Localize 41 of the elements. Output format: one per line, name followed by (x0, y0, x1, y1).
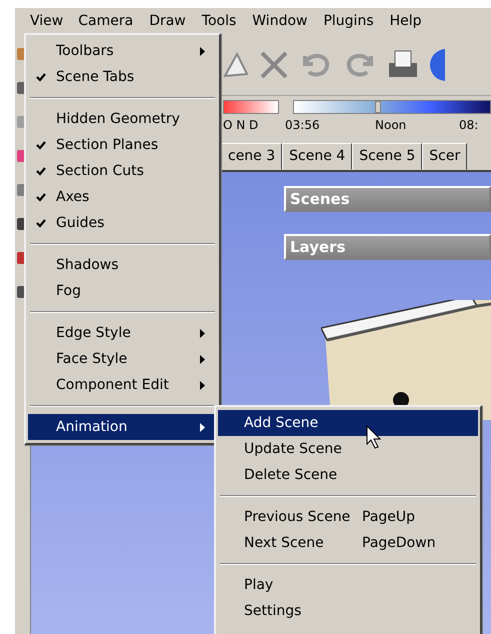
slider-thumb[interactable] (375, 101, 382, 113)
scene-tab[interactable]: Scene 5 (352, 143, 422, 170)
menu-title[interactable]: Camera (71, 10, 140, 32)
eraser-icon[interactable] (223, 50, 249, 80)
menu-item[interactable]: Delete Scene (218, 462, 478, 488)
menu-item[interactable]: Guides (28, 210, 217, 236)
menu-item[interactable]: Next Scene PageDown (218, 530, 478, 556)
menu-item[interactable]: Scene Tabs (28, 64, 217, 90)
menu-item[interactable]: Hidden Geometry (28, 106, 217, 132)
menu-item[interactable]: Previous Scene PageUp (218, 504, 478, 530)
delete-icon[interactable] (259, 50, 289, 80)
menu-title[interactable]: Help (382, 10, 429, 32)
menu-item[interactable]: Component Edit (28, 372, 217, 398)
menu-title[interactable]: Plugins (316, 10, 381, 32)
menu-item[interactable]: Section Cuts (28, 158, 217, 184)
menu-title[interactable]: Window (245, 10, 314, 32)
menu-item[interactable]: Fog (28, 278, 217, 304)
menu-item[interactable]: Settings (218, 598, 478, 624)
time-label: 03:56 (285, 118, 321, 132)
time-label: Noon (375, 118, 408, 132)
time-label: 08: (459, 118, 480, 132)
scene-tab[interactable]: Scene 4 (282, 143, 352, 170)
menu-item[interactable]: Toolbars (28, 38, 217, 64)
menu-item[interactable]: Add Scene (218, 410, 478, 436)
date-slider-track (223, 100, 279, 114)
mouse-pointer-icon (366, 425, 382, 449)
menu-item[interactable]: Update Scene (218, 436, 478, 462)
menu-title[interactable]: Tools (194, 10, 244, 32)
menu-title[interactable]: View (24, 11, 70, 31)
menu-item[interactable]: Animation (28, 414, 217, 440)
menu-item[interactable]: Face Style (28, 346, 217, 372)
menu-item[interactable]: Section Planes (28, 132, 217, 158)
menu-item[interactable]: Axes (28, 184, 217, 210)
menu-title[interactable]: Draw (142, 10, 193, 32)
month-labels: O N D (223, 118, 260, 132)
menu-item[interactable]: Shadows (28, 252, 217, 278)
scene-tab[interactable]: cene 3 (221, 143, 282, 170)
time-slider[interactable] (293, 100, 491, 114)
menu-item[interactable]: Play (218, 572, 478, 598)
menu-item[interactable]: Edge Style (28, 320, 217, 346)
scene-tab[interactable]: Scer (422, 143, 468, 170)
